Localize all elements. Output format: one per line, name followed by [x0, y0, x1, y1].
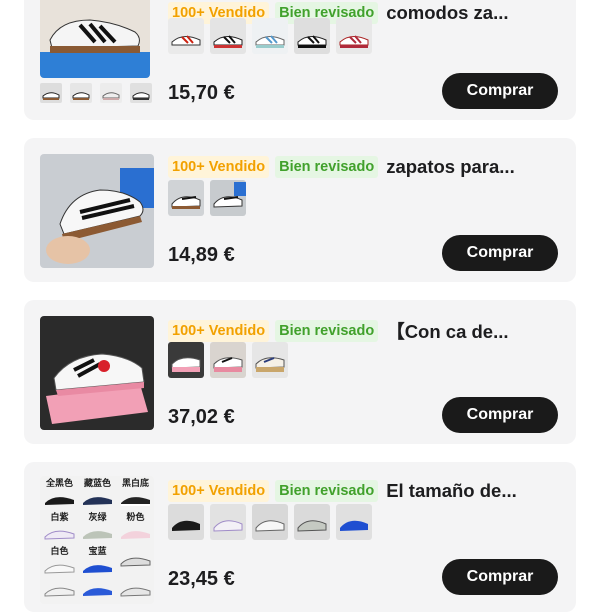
product-header: 100+ Vendido Bien revisado 【Con ca de...	[168, 318, 509, 344]
product-image-grid[interactable]: 全黑色 藏蓝色 黑白底 白紫 灰绿 粉色 白色 宝蓝	[40, 476, 154, 604]
thumbnail[interactable]	[70, 83, 92, 103]
color-label: 黑白底	[121, 478, 149, 488]
variant-list[interactable]	[168, 18, 372, 54]
color-label: 灰绿	[88, 512, 107, 522]
thumbnail[interactable]	[100, 83, 122, 103]
variant-list[interactable]	[168, 504, 372, 540]
variant-thumbnail[interactable]	[294, 18, 330, 54]
color-label: 粉色	[126, 512, 145, 522]
buy-button[interactable]: Comprar	[442, 235, 558, 271]
variant-thumbnail[interactable]	[336, 18, 372, 54]
product-price: 14,89 €	[168, 244, 235, 266]
product-price: 15,70 €	[168, 82, 235, 104]
buy-button[interactable]: Comprar	[442, 397, 558, 433]
variant-thumbnail[interactable]	[210, 504, 246, 540]
product-price: 37,02 €	[168, 406, 235, 428]
variant-list[interactable]	[168, 342, 288, 378]
thumbnail-strip[interactable]	[40, 83, 152, 103]
product-image[interactable]	[40, 316, 154, 430]
product-title[interactable]: comodos za...	[386, 2, 508, 24]
buy-button[interactable]: Comprar	[442, 559, 558, 595]
product-header: 100+ Vendido Bien revisado El tamaño de.…	[168, 480, 517, 502]
variant-thumbnail[interactable]	[210, 342, 246, 378]
color-label: 白色	[50, 546, 69, 556]
well-reviewed-badge: Bien revisado	[275, 156, 379, 178]
variant-thumbnail[interactable]	[252, 18, 288, 54]
variant-thumbnail[interactable]	[336, 504, 372, 540]
variant-list[interactable]	[168, 180, 246, 216]
product-header: 100+ Vendido Bien revisado zapatos para.…	[168, 156, 515, 178]
product-card[interactable]: 100+ Vendido Bien revisado zapatos para.…	[24, 138, 576, 282]
color-label: 白紫	[50, 512, 69, 522]
product-image[interactable]	[40, 154, 154, 268]
variant-thumbnail[interactable]	[252, 342, 288, 378]
thumbnail[interactable]	[130, 83, 152, 103]
product-price: 23,45 €	[168, 568, 235, 590]
product-image[interactable]	[40, 0, 150, 78]
variant-thumbnail[interactable]	[210, 18, 246, 54]
product-card[interactable]: 全黑色 藏蓝色 黑白底 白紫 灰绿 粉色 白色 宝蓝 100+ Vendido …	[24, 462, 576, 612]
variant-thumbnail[interactable]	[168, 504, 204, 540]
product-card[interactable]: 100+ Vendido Bien revisado comodos za...…	[24, 0, 576, 120]
color-label: 全黑色	[45, 478, 73, 488]
well-reviewed-badge: Bien revisado	[275, 320, 379, 342]
product-title[interactable]: El tamaño de...	[386, 480, 517, 502]
sold-count-badge: 100+ Vendido	[168, 156, 270, 178]
product-title[interactable]: zapatos para...	[386, 156, 515, 178]
product-title[interactable]: 【Con ca de...	[386, 318, 508, 344]
variant-thumbnail[interactable]	[252, 504, 288, 540]
variant-thumbnail[interactable]	[168, 18, 204, 54]
well-reviewed-badge: Bien revisado	[275, 480, 379, 502]
sold-count-badge: 100+ Vendido	[168, 480, 270, 502]
variant-thumbnail[interactable]	[294, 504, 330, 540]
variant-thumbnail[interactable]	[168, 342, 204, 378]
sold-count-badge: 100+ Vendido	[168, 320, 270, 342]
buy-button[interactable]: Comprar	[442, 73, 558, 109]
variant-thumbnail[interactable]	[168, 180, 204, 216]
color-label: 藏蓝色	[83, 478, 111, 488]
variant-thumbnail[interactable]	[210, 180, 246, 216]
color-label: 宝蓝	[88, 546, 107, 556]
product-card[interactable]: 100+ Vendido Bien revisado 【Con ca de...…	[24, 300, 576, 444]
thumbnail[interactable]	[40, 83, 62, 103]
